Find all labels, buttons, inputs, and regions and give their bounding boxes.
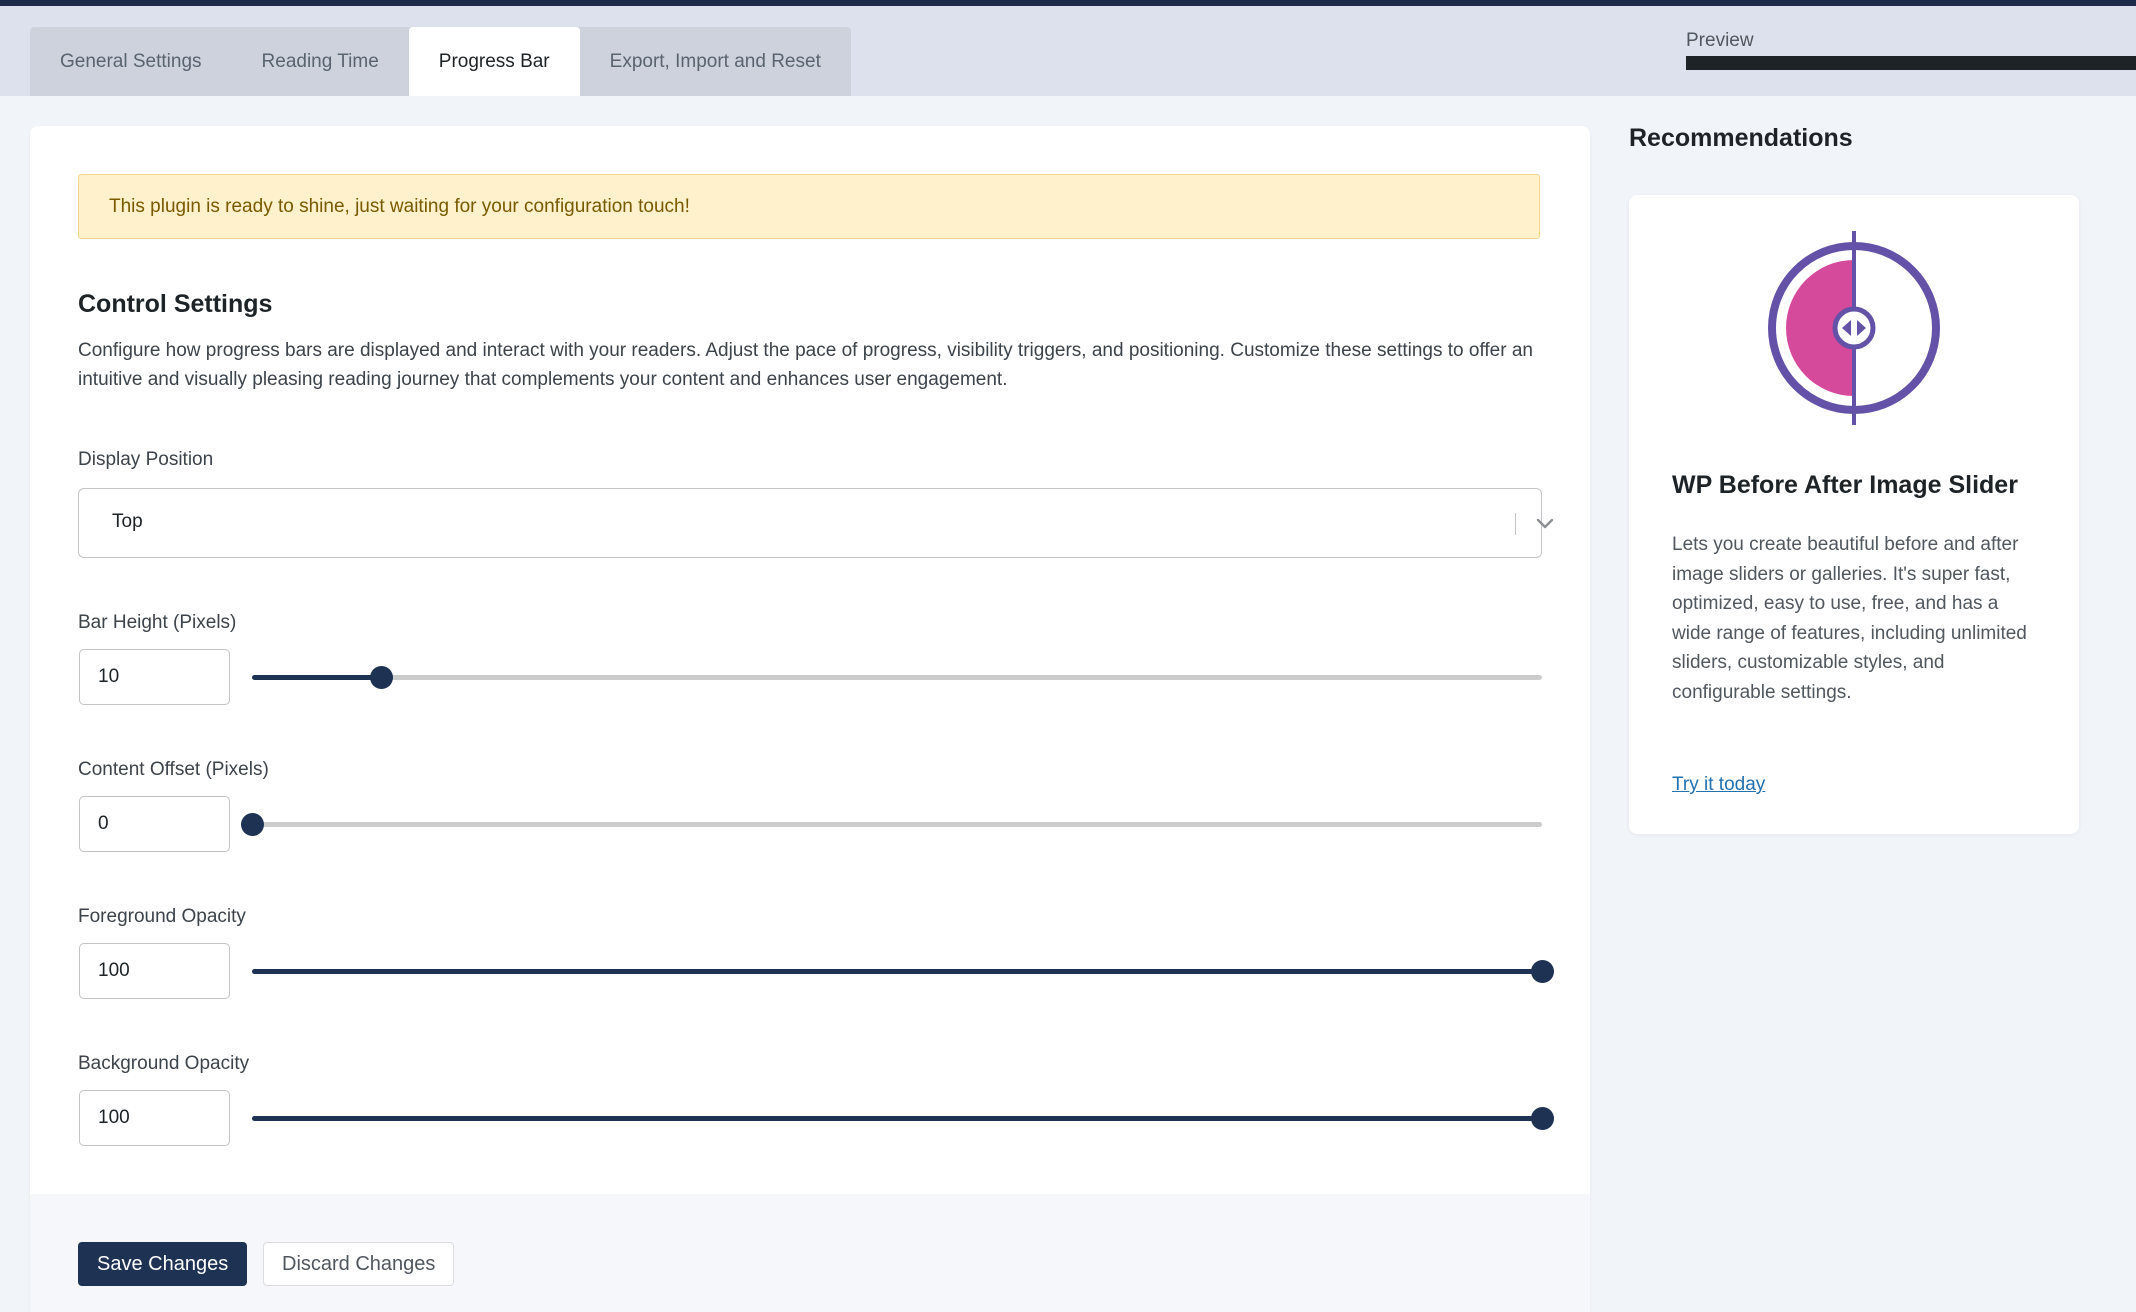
foreground-opacity-input[interactable] [79, 943, 230, 999]
slider-track [252, 675, 1542, 680]
background-opacity-slider[interactable] [252, 1103, 1554, 1133]
foreground-opacity-label: Foreground Opacity [78, 906, 246, 927]
display-position-label: Display Position [78, 449, 214, 470]
recommendation-card: WP Before After Image Slider Lets you cr… [1629, 195, 2079, 834]
background-opacity-label: Background Opacity [78, 1053, 250, 1074]
settings-panel: This plugin is ready to shine, just wait… [30, 126, 1590, 1312]
background-opacity-input[interactable] [79, 1090, 230, 1146]
save-changes-button[interactable]: Save Changes [78, 1242, 248, 1286]
tab-export-import-reset[interactable]: Export, Import and Reset [580, 27, 851, 96]
foreground-opacity-slider[interactable] [252, 956, 1554, 986]
slider-fill [252, 675, 381, 680]
slider-thumb[interactable] [370, 666, 393, 689]
tab-progress-bar[interactable]: Progress Bar [408, 27, 580, 96]
tab-bar: General Settings Reading Time Progress B… [0, 6, 2136, 96]
bar-height-slider[interactable] [252, 662, 1542, 692]
preview-progress-bar [1686, 56, 2136, 70]
plugin-description: Lets you create beautiful before and aft… [1672, 534, 2027, 703]
content-offset-label: Content Offset (Pixels) [78, 759, 269, 780]
bar-height-input[interactable] [79, 649, 230, 705]
tab-reading-time[interactable]: Reading Time [232, 27, 409, 96]
settings-tabs: General Settings Reading Time Progress B… [30, 27, 851, 96]
slider-thumb[interactable] [1531, 960, 1554, 983]
try-it-today-link[interactable]: Try it today [1672, 774, 1765, 796]
plugin-name: WP Before After Image Slider [1672, 471, 2018, 499]
display-position-select[interactable]: Top [78, 488, 1554, 558]
chevron-down-icon [1536, 518, 1554, 529]
slider-thumb[interactable] [241, 813, 264, 836]
config-notice: This plugin is ready to shine, just wait… [78, 174, 1540, 239]
slider-thumb[interactable] [1531, 1107, 1554, 1130]
discard-changes-button[interactable]: Discard Changes [263, 1242, 455, 1286]
content-offset-input[interactable] [79, 796, 230, 852]
section-description: Configure how progress bars are displaye… [78, 340, 1533, 390]
slider-track [252, 822, 1542, 827]
bar-height-label: Bar Height (Pixels) [78, 612, 237, 633]
display-position-value: Top [112, 511, 143, 532]
select-divider [1515, 513, 1516, 535]
recommendations-title: Recommendations [1629, 124, 1853, 152]
tab-general-settings[interactable]: General Settings [30, 27, 232, 96]
before-after-slider-logo-icon [1768, 231, 1940, 425]
slider-fill [252, 1116, 1542, 1121]
preview-label: Preview [1686, 30, 1754, 51]
slider-fill [252, 969, 1542, 974]
content-offset-slider[interactable] [241, 809, 1542, 839]
section-title: Control Settings [78, 290, 273, 318]
